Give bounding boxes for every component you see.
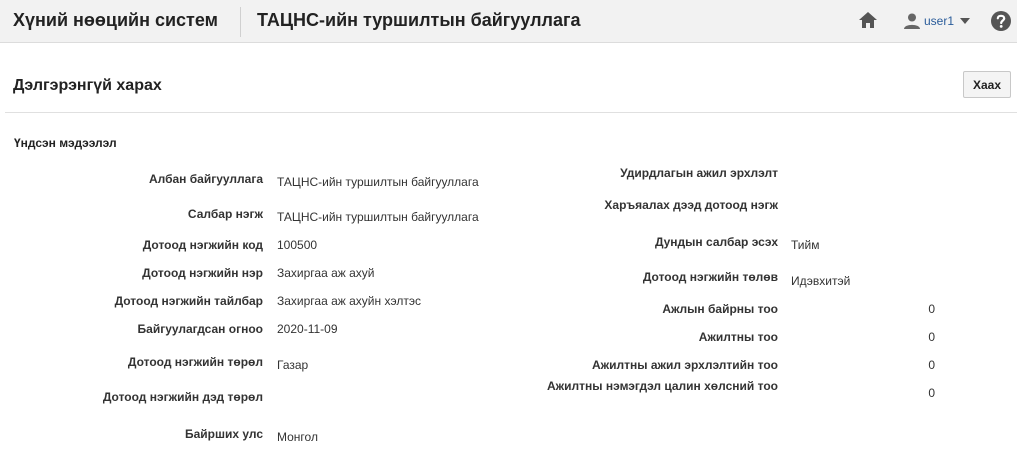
field-value: Тийм [791, 238, 820, 252]
user-name: user1 [924, 14, 955, 28]
field-label: Ажилтны тоо [698, 330, 778, 344]
user-menu[interactable]: user1 [903, 11, 971, 31]
section-title: Үндсэн мэдээлэл [14, 136, 117, 150]
field-label: Дотоод нэгжийн төлөв [642, 270, 778, 284]
field-value: 0 [928, 330, 935, 344]
field-label: Дотоод нэгжийн нэр [142, 266, 263, 280]
field-label: Дотоод нэгжийн код [142, 238, 263, 252]
field-value: Захиргаа аж ахуй [277, 266, 375, 280]
panel-title: Дэлгэрэнгүй харах [13, 77, 162, 94]
field-label: Харъяалах дээд дотоод нэгж [604, 198, 778, 212]
field-label: Ажилтны ажил эрхлэлтийн тоо [591, 358, 778, 372]
field-value: Захиргаа аж ахуйн хэлтэс [277, 294, 421, 308]
field-label: Салбар нэгж [187, 207, 263, 221]
field-label: Байгуулагдсан огноо [137, 322, 263, 336]
field-label: Дотоод нэгжийн тайлбар [114, 294, 263, 308]
header-divider [240, 7, 241, 37]
field-value: 0 [928, 302, 935, 316]
field-label: Ажилтны нэмэгдэл цалин хөлсний тоо [546, 379, 778, 393]
close-button[interactable]: Хаах [963, 71, 1011, 98]
panel-header: Дэлгэрэнгүй харах Хаах [5, 58, 1017, 113]
field-label: Албан байгууллага [148, 172, 263, 186]
field-value: ТАЦНС-ийн туршилтын байгууллага [277, 175, 479, 189]
field-value: Газар [277, 358, 309, 372]
app-title[interactable]: Хүний нөөцийн систем [13, 10, 218, 31]
field-label: Ажлын байрны тоо [662, 302, 778, 316]
field-label: Дотоод нэгжийн дэд төрөл [102, 390, 263, 404]
help-icon[interactable] [990, 10, 1012, 32]
field-value: 0 [928, 386, 935, 400]
chevron-down-icon [960, 18, 971, 24]
field-value: ТАЦНС-ийн туршилтын байгууллага [277, 210, 479, 224]
top-bar: Хүний нөөцийн систем ТАЦНС-ийн туршилтын… [0, 0, 1017, 43]
field-label: Дотоод нэгжийн төрөл [127, 355, 263, 369]
field-label: Дундын салбар эсэх [654, 235, 778, 249]
user-icon [903, 12, 921, 30]
field-value: 100500 [277, 238, 318, 252]
organization-title: ТАЦНС-ийн туршилтын байгууллага [257, 10, 581, 30]
field-value: 0 [928, 358, 935, 372]
field-value: 2020-11-09 [277, 322, 338, 336]
field-label: Удирдлагын ажил эрхлэлт [620, 166, 778, 180]
field-label: Байрших улс [184, 427, 263, 441]
home-icon[interactable] [857, 10, 879, 30]
field-value: Монгол [277, 430, 318, 444]
field-value: Идэвхитэй [791, 274, 851, 288]
